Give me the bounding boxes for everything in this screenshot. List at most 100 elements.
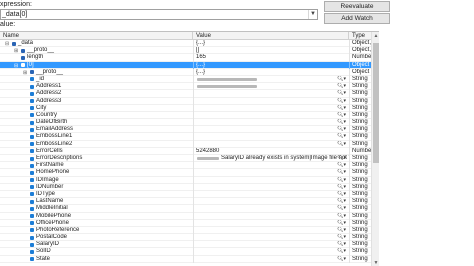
collapse-icon[interactable]: ⊟: [5, 42, 9, 47]
grid-row[interactable]: ErrorDescriptions SalaryID already exists…: [0, 155, 371, 163]
value-cell[interactable]: 🔍︎▾: [193, 234, 349, 242]
grid-row[interactable]: EmbossLine1 🔍︎▾ String: [0, 133, 371, 141]
magnifier-icon[interactable]: 🔍︎▾: [337, 133, 346, 140]
grid-row[interactable]: EmailAddress 🔍︎▾ String: [0, 126, 371, 134]
expression-value[interactable]: _data[0]: [2, 11, 27, 18]
value-cell[interactable]: {...}: [193, 68, 349, 76]
grid-row[interactable]: _id 🔍︎▾ String: [0, 75, 371, 84]
value-cell[interactable]: 🔍︎▾: [193, 83, 349, 91]
grid-row[interactable]: MobilePhone 🔍︎▾ String: [0, 212, 371, 220]
grid-row[interactable]: DateOfBirth 🔍︎▾ String: [0, 119, 371, 127]
expression-input[interactable]: _data[0] ▼: [0, 9, 318, 20]
vertical-scrollbar[interactable]: ▲ ▼: [371, 32, 379, 266]
value-cell[interactable]: 🔍︎▾: [193, 248, 349, 256]
scrollbar-thumb[interactable]: [373, 43, 379, 163]
magnifier-icon[interactable]: 🔍︎▾: [337, 83, 346, 90]
value-cell[interactable]: 🔍︎▾: [193, 212, 349, 220]
value-cell[interactable]: 🔍︎▾: [193, 241, 349, 249]
value-cell[interactable]: 🔍︎▾: [193, 205, 349, 213]
value-cell[interactable]: 🔍︎▾: [193, 90, 349, 98]
value-cell[interactable]: 🔍︎▾: [193, 255, 349, 263]
value-cell[interactable]: 🔍︎▾: [193, 133, 349, 141]
magnifier-icon[interactable]: 🔍︎▾: [337, 90, 346, 97]
value-cell[interactable]: 🔍︎▾: [193, 75, 349, 84]
grid-row[interactable]: OfficePhone 🔍︎▾ String: [0, 219, 371, 227]
add-watch-button[interactable]: Add Watch: [324, 13, 390, 24]
value-cell[interactable]: 🔍︎▾: [193, 176, 349, 184]
magnifier-icon[interactable]: 🔍︎▾: [337, 241, 346, 248]
grid-row[interactable]: IDImage 🔍︎▾ String: [0, 176, 371, 184]
grid-row[interactable]: SalaryID 🔍︎▾ String: [0, 241, 371, 249]
grid-row[interactable]: HomePhone 🔍︎▾ String: [0, 169, 371, 177]
magnifier-icon[interactable]: 🔍︎▾: [337, 76, 346, 83]
magnifier-icon[interactable]: 🔍︎▾: [337, 119, 346, 126]
grid-row[interactable]: State 🔍︎▾ String: [0, 255, 371, 263]
value-cell[interactable]: 5242880: [193, 147, 349, 155]
magnifier-icon[interactable]: 🔍︎▾: [337, 112, 346, 119]
magnifier-icon[interactable]: 🔍︎▾: [337, 105, 346, 112]
collapse-icon[interactable]: ⊟: [14, 63, 18, 68]
magnifier-icon[interactable]: 🔍︎▾: [337, 205, 346, 212]
value-cell[interactable]: 🔍︎▾: [193, 162, 349, 170]
value-cell[interactable]: 165: [193, 54, 349, 62]
magnifier-icon[interactable]: 🔍︎▾: [337, 191, 346, 198]
magnifier-icon[interactable]: 🔍︎▾: [337, 126, 346, 133]
grid-row[interactable]: PostalCode 🔍︎▾ String: [0, 234, 371, 242]
grid-row[interactable]: MiddleInitial 🔍︎▾ String: [0, 205, 371, 213]
grid-row[interactable]: ⊟ _data {...} Object, {: [0, 40, 371, 48]
value-cell[interactable]: 🔍︎▾: [193, 104, 349, 112]
grid-row[interactable]: ErrorCells 5242880 Number: [0, 147, 371, 155]
expand-icon[interactable]: ⊞: [14, 49, 18, 54]
expand-icon[interactable]: ⊞: [23, 70, 27, 75]
value-cell[interactable]: 🔍︎▾: [193, 126, 349, 134]
value-cell[interactable]: 🔍︎▾: [193, 183, 349, 191]
magnifier-icon[interactable]: 🔍︎▾: [337, 98, 346, 105]
value-cell[interactable]: 🔍︎▾: [193, 111, 349, 120]
scroll-down-icon[interactable]: ▼: [372, 259, 379, 266]
magnifier-icon[interactable]: 🔍︎▾: [337, 213, 346, 220]
value-cell[interactable]: 🔍︎▾: [193, 198, 349, 206]
magnifier-icon[interactable]: 🔍︎▾: [337, 141, 346, 148]
value-cell[interactable]: 🔍︎▾: [193, 169, 349, 177]
grid-row[interactable]: LastName 🔍︎▾ String: [0, 198, 371, 206]
value-cell[interactable]: 🔍︎▾: [193, 219, 349, 227]
magnifier-icon[interactable]: 🔍︎▾: [337, 220, 346, 227]
magnifier-icon[interactable]: 🔍︎▾: [337, 256, 346, 263]
grid-row[interactable]: Address2 🔍︎▾ String: [0, 90, 371, 98]
reevaluate-button[interactable]: Reevaluate: [324, 1, 390, 12]
magnifier-icon[interactable]: 🔍︎▾: [337, 234, 346, 241]
value-cell[interactable]: {...}: [193, 40, 349, 48]
column-header-value[interactable]: Value: [193, 32, 349, 40]
grid-row[interactable]: IDType 🔍︎▾ String: [0, 190, 371, 199]
grid-row[interactable]: ⊞ __proto__ {...} Object: [0, 68, 371, 76]
value-cell[interactable]: 🔍︎▾: [193, 226, 349, 235]
value-cell[interactable]: 🔍︎▾: [193, 190, 349, 199]
grid-row[interactable]: ⊟ [0] {...} Object: [0, 61, 371, 69]
value-cell[interactable]: {...}: [193, 61, 349, 69]
magnifier-icon[interactable]: 🔍︎▾: [337, 155, 346, 162]
grid-row[interactable]: Country 🔍︎▾ String: [0, 111, 371, 120]
grid-row[interactable]: City 🔍︎▾ String: [0, 104, 371, 112]
magnifier-icon[interactable]: 🔍︎▾: [337, 227, 346, 234]
magnifier-icon[interactable]: 🔍︎▾: [337, 248, 346, 255]
grid-row[interactable]: SolID 🔍︎▾ String: [0, 248, 371, 256]
column-header-type[interactable]: Type: [349, 32, 371, 40]
magnifier-icon[interactable]: 🔍︎▾: [337, 169, 346, 176]
scroll-up-icon[interactable]: ▲: [372, 32, 379, 40]
value-cell[interactable]: 🔍︎▾: [193, 119, 349, 127]
grid-row[interactable]: PhotoReference 🔍︎▾ String: [0, 226, 371, 235]
grid-row[interactable]: EmbossLine2 🔍︎▾ String: [0, 140, 371, 148]
value-cell[interactable]: 🔍︎▾: [193, 140, 349, 148]
value-cell[interactable]: SalaryID already exists in system|Image …: [193, 155, 349, 163]
value-cell[interactable]: 🔍︎▾: [193, 97, 349, 105]
grid-row[interactable]: length 165 Number: [0, 54, 371, 62]
grid-row[interactable]: Address3 🔍︎▾ String: [0, 97, 371, 105]
magnifier-icon[interactable]: 🔍︎▾: [337, 162, 346, 169]
grid-row[interactable]: Address1 🔍︎▾ String: [0, 83, 371, 91]
value-cell[interactable]: []: [193, 47, 349, 55]
magnifier-icon[interactable]: 🔍︎▾: [337, 177, 346, 184]
grid-row[interactable]: IDNumber 🔍︎▾ String: [0, 183, 371, 191]
chevron-down-icon[interactable]: ▼: [308, 10, 317, 19]
column-header-name[interactable]: Name: [0, 32, 193, 40]
magnifier-icon[interactable]: 🔍︎▾: [337, 198, 346, 205]
